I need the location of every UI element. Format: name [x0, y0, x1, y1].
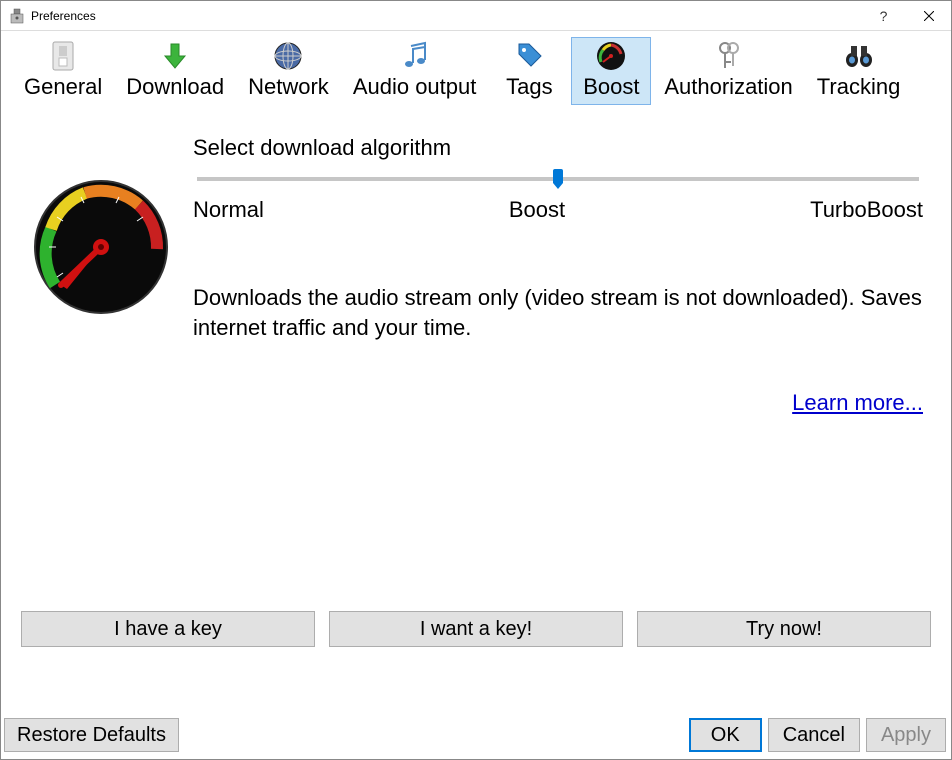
tag-icon	[513, 40, 545, 72]
music-note-icon	[399, 40, 431, 72]
section-title: Select download algorithm	[193, 135, 923, 161]
keys-icon	[713, 40, 745, 72]
globe-icon	[272, 40, 304, 72]
want-key-button[interactable]: I want a key!	[329, 611, 623, 647]
app-icon	[9, 8, 25, 24]
tab-label: Network	[248, 74, 329, 100]
gauge-icon	[595, 40, 627, 72]
gauge-illustration	[31, 177, 171, 317]
footer-bar: Restore Defaults OK Cancel Apply	[0, 716, 952, 760]
tab-network[interactable]: Network	[237, 37, 340, 105]
tab-download[interactable]: Download	[115, 37, 235, 105]
algorithm-description: Downloads the audio stream only (video s…	[193, 283, 923, 342]
window-title: Preferences	[31, 9, 861, 23]
slider-labels: Normal Boost TurboBoost	[193, 197, 923, 223]
have-key-button[interactable]: I have a key	[21, 611, 315, 647]
ok-button[interactable]: OK	[689, 718, 762, 752]
download-arrow-icon	[159, 40, 191, 72]
close-button[interactable]	[906, 1, 951, 31]
key-button-row: I have a key I want a key! Try now!	[21, 611, 931, 647]
switch-icon	[47, 40, 79, 72]
tab-label: Boost	[583, 74, 639, 100]
tab-label: General	[24, 74, 102, 100]
apply-button[interactable]: Apply	[866, 718, 946, 752]
tab-general[interactable]: General	[13, 37, 113, 105]
tab-label: Tracking	[817, 74, 901, 100]
tab-tracking[interactable]: Tracking	[806, 37, 912, 105]
help-button[interactable]: ?	[861, 1, 906, 31]
tab-tags[interactable]: Tags	[489, 37, 569, 105]
tab-label: Tags	[506, 74, 552, 100]
tab-bar: General Download Network Audio output Ta…	[1, 31, 951, 105]
slider-label-turboboost: TurboBoost	[810, 197, 923, 223]
slider-label-normal: Normal	[193, 197, 264, 223]
try-now-button[interactable]: Try now!	[637, 611, 931, 647]
tab-label: Download	[126, 74, 224, 100]
content-area: Select download algorithm Normal Boost T…	[1, 105, 951, 416]
slider-thumb[interactable]	[553, 169, 563, 189]
algorithm-slider[interactable]	[197, 177, 919, 181]
learn-more-link[interactable]: Learn more...	[792, 390, 923, 415]
tab-authorization[interactable]: Authorization	[653, 37, 803, 105]
tab-label: Authorization	[664, 74, 792, 100]
tab-audio-output[interactable]: Audio output	[342, 37, 488, 105]
tab-boost[interactable]: Boost	[571, 37, 651, 105]
restore-defaults-button[interactable]: Restore Defaults	[4, 718, 179, 752]
title-bar: Preferences ?	[1, 1, 951, 31]
binoculars-icon	[843, 40, 875, 72]
cancel-button[interactable]: Cancel	[768, 718, 860, 752]
slider-label-boost: Boost	[509, 197, 565, 223]
tab-label: Audio output	[353, 74, 477, 100]
